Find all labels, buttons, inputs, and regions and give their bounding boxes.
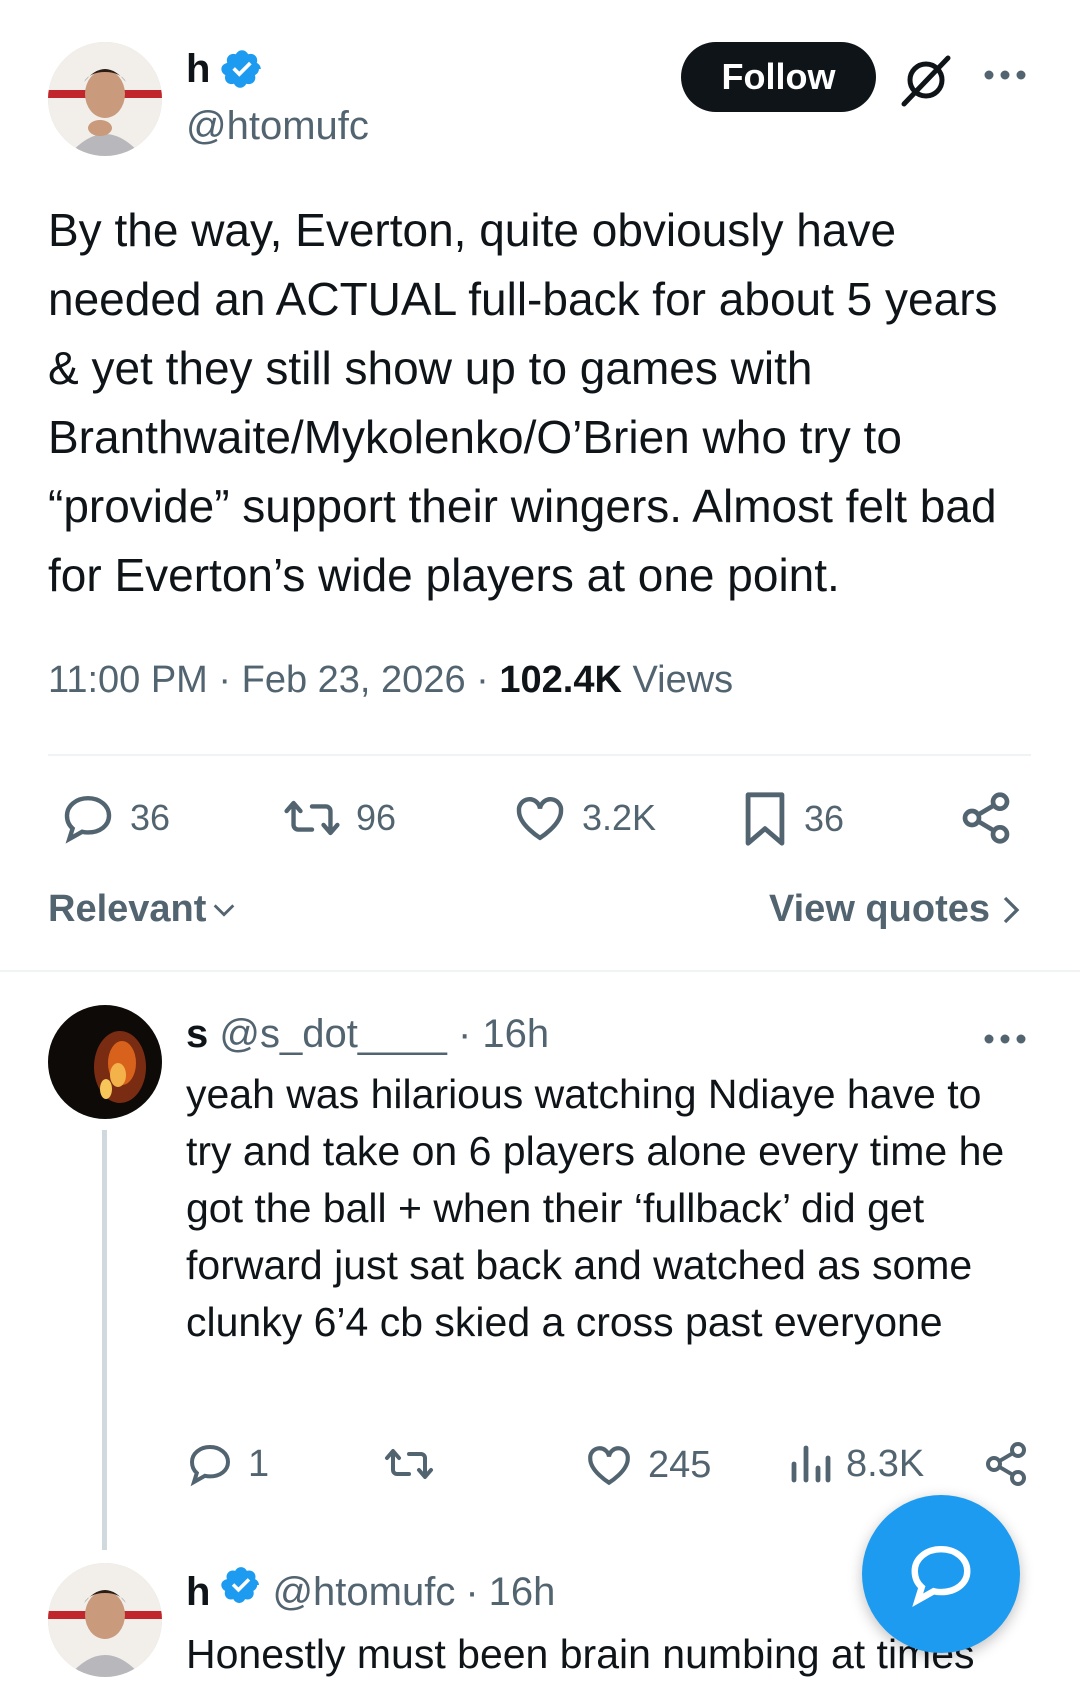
share-button[interactable] xyxy=(958,790,1014,846)
repost-count: 96 xyxy=(356,797,397,838)
views-icon xyxy=(791,1445,831,1483)
like-button[interactable]: 3.2K xyxy=(512,790,656,846)
tweet-detail-page: h @htomufc Follow By the way, Everton, q… xyxy=(0,0,1080,1683)
verified-badge-icon xyxy=(220,47,264,91)
sort-label: Relevant xyxy=(48,888,207,930)
tweet-actions: 36 96 3.2K 36 xyxy=(60,790,1020,860)
views-count[interactable]: 102.4K xyxy=(499,659,622,701)
author-name-row[interactable]: h xyxy=(186,46,264,92)
like-icon xyxy=(516,797,564,841)
like-button[interactable]: 245 xyxy=(584,1440,711,1490)
views-label[interactable]: Views xyxy=(632,659,733,701)
tweet-time[interactable]: 11:00 PM xyxy=(48,659,208,701)
reply-time[interactable]: 16h xyxy=(482,1012,549,1056)
author-handle[interactable]: @htomufc xyxy=(186,102,369,150)
repost-button[interactable]: 96 xyxy=(282,790,396,846)
divider xyxy=(0,970,1080,972)
verified-badge-icon xyxy=(220,1564,262,1619)
sort-dropdown[interactable]: Relevant xyxy=(48,888,238,931)
chevron-down-icon xyxy=(214,903,235,917)
tweet-text: By the way, Everton, quite obviously hav… xyxy=(48,204,998,601)
reply-text: Honestly must been brain numbing at time… xyxy=(186,1631,975,1677)
reply-author-name[interactable]: s xyxy=(186,1012,208,1056)
meta-separator: · xyxy=(465,1569,479,1614)
reply-time[interactable]: 16h xyxy=(489,1566,556,1618)
reply-author-handle[interactable]: @s_dot____ xyxy=(219,1012,446,1056)
reply-author-name[interactable]: h xyxy=(186,1566,210,1618)
reply-count: 1 xyxy=(248,1442,270,1485)
repost-button[interactable] xyxy=(382,1440,436,1488)
repost-icon xyxy=(284,800,340,836)
reply-text: yeah was hilarious watching Ndiaye have … xyxy=(186,1071,1005,1345)
meta-separator: · xyxy=(476,659,489,701)
share-icon xyxy=(962,792,1010,844)
tweet-date[interactable]: Feb 23, 2026 xyxy=(242,659,466,701)
views-button[interactable]: 8.3K xyxy=(788,1440,924,1488)
reply-button[interactable]: 1 xyxy=(186,1440,269,1488)
compose-reply-button[interactable] xyxy=(862,1495,1020,1653)
views-count: 8.3K xyxy=(846,1442,925,1485)
compose-reply-icon xyxy=(911,1545,971,1608)
divider xyxy=(48,754,1031,756)
reply-icon xyxy=(64,795,112,844)
bookmark-icon xyxy=(745,792,785,846)
reply-avatar[interactable] xyxy=(48,1005,162,1119)
repost-icon xyxy=(385,1449,433,1479)
meta-separator: · xyxy=(457,1012,472,1056)
view-quotes-label: View quotes xyxy=(768,888,990,930)
meta-separator: · xyxy=(218,659,232,701)
like-count: 245 xyxy=(648,1443,712,1486)
more-dots-icon[interactable] xyxy=(982,1024,1028,1054)
thread-line xyxy=(102,1130,107,1550)
share-icon xyxy=(986,1442,1026,1486)
more-dots-icon[interactable] xyxy=(982,60,1028,90)
share-button[interactable] xyxy=(982,1440,1030,1488)
like-icon xyxy=(588,1446,630,1486)
grok-icon[interactable] xyxy=(898,52,954,108)
reply-avatar[interactable] xyxy=(48,1563,162,1677)
reply-count: 36 xyxy=(130,797,171,838)
reply-header: h @htomufc · 16h xyxy=(186,1564,555,1619)
reply-icon xyxy=(189,1444,231,1487)
reply-header: s @s_dot____ · 16h xyxy=(186,1008,549,1060)
chevron-right-icon xyxy=(1003,896,1020,923)
reply-button[interactable]: 36 xyxy=(60,790,170,846)
author-name[interactable]: h xyxy=(186,46,210,92)
follow-button[interactable]: Follow xyxy=(681,42,876,112)
like-count: 3.2K xyxy=(582,797,657,838)
view-quotes-link[interactable]: View quotes xyxy=(769,888,1022,931)
bookmark-button[interactable]: 36 xyxy=(740,790,844,848)
reply-author-handle[interactable]: @htomufc xyxy=(272,1566,455,1618)
bookmark-count: 36 xyxy=(804,798,845,839)
author-avatar[interactable] xyxy=(48,42,162,156)
tweet-meta: 11:00 PM · Feb 23, 2026 · 102.4K Views xyxy=(48,652,733,708)
reply-actions: 1 245 8.3K xyxy=(186,1440,1036,1500)
